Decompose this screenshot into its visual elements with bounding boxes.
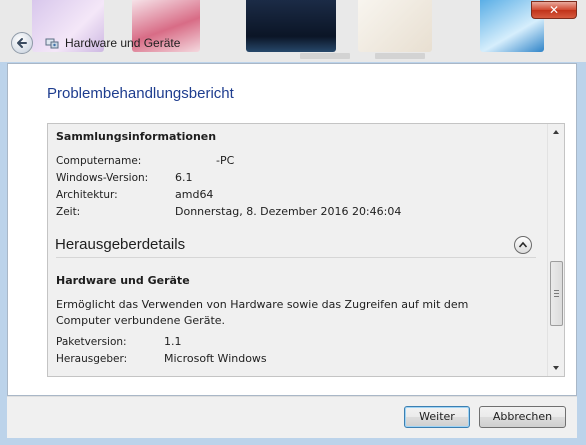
scrollbar-thumb[interactable] <box>550 261 563 326</box>
collapse-button[interactable] <box>514 236 532 254</box>
window-title: Hardware und Geräte <box>65 36 181 50</box>
back-button[interactable] <box>11 32 33 54</box>
computer-name-value: -PC <box>216 154 235 167</box>
close-button[interactable]: ✕ <box>531 1 577 19</box>
back-arrow-icon <box>17 38 27 48</box>
publisher-value: Microsoft Windows <box>164 352 267 365</box>
scroll-up-icon[interactable] <box>548 124 564 140</box>
section-divider <box>56 257 536 258</box>
publisher-label: Herausgeber: <box>56 353 128 365</box>
grip-line <box>554 290 559 291</box>
scroll-down-icon[interactable] <box>548 360 564 376</box>
computer-name-label: Computername: <box>56 155 142 167</box>
grip-line <box>554 293 559 294</box>
package-title: Hardware und Geräte <box>56 274 190 287</box>
architecture-label: Architektur: <box>56 189 118 201</box>
publisher-details-heading: Herausgeberdetails <box>55 236 186 253</box>
vertical-scrollbar[interactable] <box>547 124 564 376</box>
title-bar: Hardware und Geräte <box>0 24 586 62</box>
report-panel: Sammlungsinformationen Computername: -PC… <box>47 123 565 377</box>
package-version-label: Paketversion: <box>56 336 127 348</box>
package-version-value: 1.1 <box>164 335 182 348</box>
windows-version-label: Windows-Version: <box>56 172 149 184</box>
architecture-value: amd64 <box>175 188 214 201</box>
package-description: Ermöglicht das Verwenden von Hardware so… <box>56 298 469 327</box>
collection-info-title: Sammlungsinformationen <box>56 130 217 143</box>
dialog-footer: Weiter Abbrechen <box>7 396 577 438</box>
cancel-button[interactable]: Abbrechen <box>479 406 566 428</box>
time-label: Zeit: <box>56 206 81 218</box>
collapse-chevron-icon <box>518 241 528 248</box>
main-content: Problembehandlungsbericht Sammlungsinfor… <box>7 63 577 396</box>
hardware-devices-icon <box>45 38 59 49</box>
time-value: Donnerstag, 8. Dezember 2016 20:46:04 <box>175 205 402 218</box>
grip-line <box>554 296 559 297</box>
next-button[interactable]: Weiter <box>404 406 470 428</box>
windows-version-value: 6.1 <box>175 171 193 184</box>
page-title: Problembehandlungsbericht <box>47 85 234 102</box>
close-icon: ✕ <box>548 3 560 17</box>
